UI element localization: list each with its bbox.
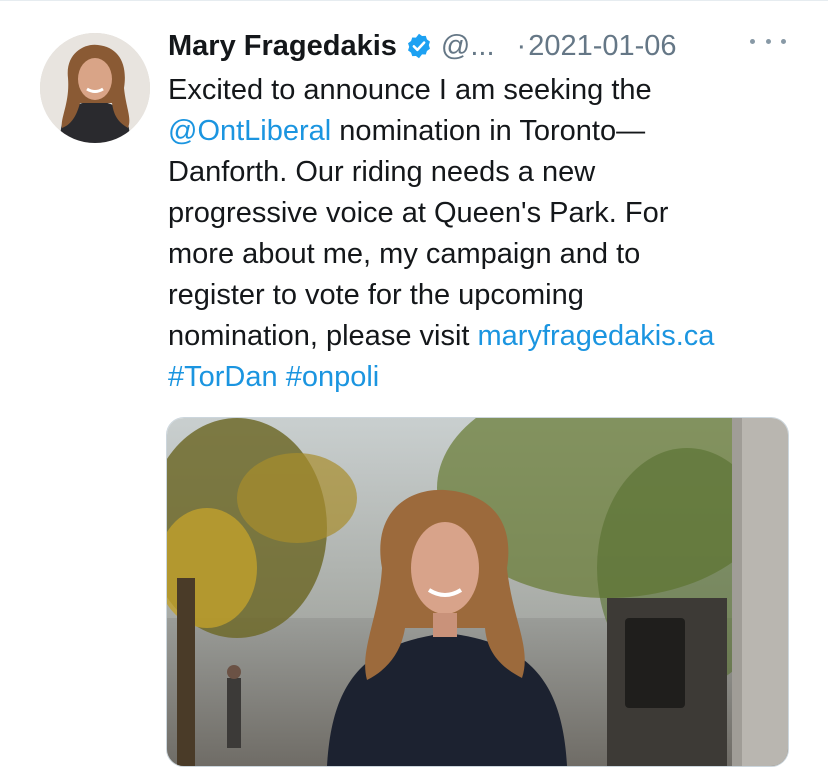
tweet-text-line: @OntLiberal nomination in Toronto— [168, 111, 798, 152]
tweet-link[interactable]: @OntLiberal [168, 115, 331, 147]
tweet-text-segment: nomination in Toronto— [331, 115, 646, 147]
tweet-photo[interactable] [166, 417, 789, 767]
tweet-text-segment [278, 361, 286, 393]
tweet-text-segment: progressive voice at Queen's Park. For [168, 197, 669, 229]
tweet-text-segment: Excited to announce I am seeking the [168, 74, 652, 106]
tweet-header: Mary Fragedakis @... · 2021-01-06 [168, 24, 788, 68]
tweet-text-segment: nomination, please visit [168, 320, 478, 352]
author-handle[interactable]: @... [441, 30, 495, 63]
tweet-text-segment: register to vote for the upcoming [168, 279, 584, 311]
tweet-text-line: Excited to announce I am seeking the [168, 70, 798, 111]
tweet-text-line: #TorDan #onpoli [168, 357, 798, 398]
separator-dot: · [516, 29, 527, 62]
tweet-text-line: nomination, please visit maryfragedakis.… [168, 316, 798, 357]
tweet-text-line: register to vote for the upcoming [168, 275, 798, 316]
more-options-icon[interactable] [750, 31, 786, 51]
tweet-link[interactable]: #onpoli [286, 361, 380, 393]
verified-badge-icon [405, 32, 433, 60]
tweet-text: Excited to announce I am seeking the @Ont… [168, 70, 798, 398]
avatar[interactable] [40, 33, 150, 143]
tweet-text-segment: Danforth. Our riding needs a new [168, 156, 596, 188]
tweet-text-line: more about me, my campaign and to [168, 234, 798, 275]
author-name[interactable]: Mary Fragedakis [168, 30, 397, 63]
tweet-date[interactable]: 2021-01-06 [528, 30, 676, 63]
tweet-text-segment: more about me, my campaign and to [168, 238, 641, 270]
tweet-link[interactable]: #TorDan [168, 361, 278, 393]
tweet-text-line: Danforth. Our riding needs a new [168, 152, 798, 193]
top-divider [0, 0, 828, 1]
tweet-text-line: progressive voice at Queen's Park. For [168, 193, 798, 234]
tweet-link[interactable]: maryfragedakis.ca [478, 320, 715, 352]
